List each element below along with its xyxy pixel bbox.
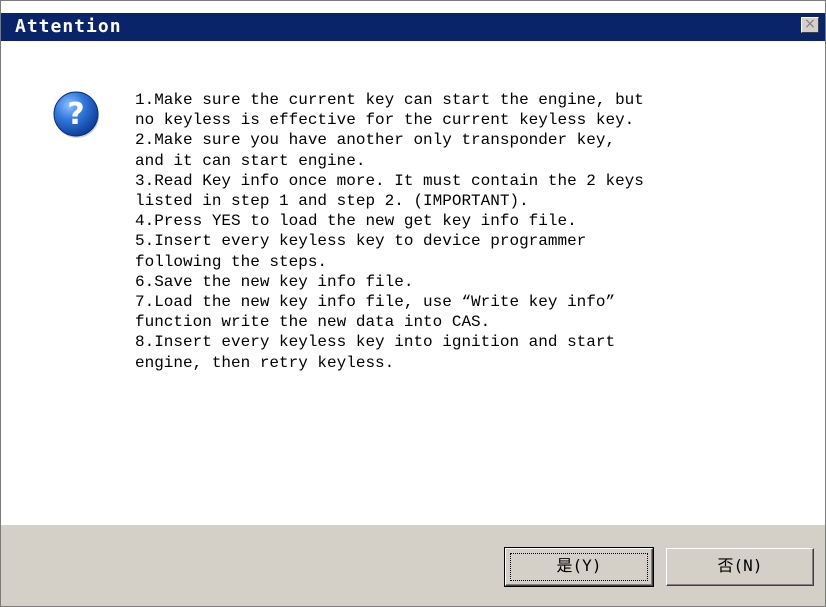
message-line: no keyless is effective for the current …: [135, 111, 635, 130]
message-line: listed in step 1 and step 2. (IMPORTANT)…: [135, 192, 529, 211]
message-line: and it can start engine.: [135, 151, 366, 170]
dialog-content: ? 1.Make sure the current key can start …: [1, 41, 825, 525]
message-text: 1.Make sure the current key can start th…: [135, 90, 795, 373]
message-line: 3.Read Key info once more. It must conta…: [135, 171, 644, 190]
message-line: engine, then retry keyless.: [135, 353, 395, 372]
no-button-label: 否(N): [717, 556, 763, 575]
message-line: 8.Insert every keyless key into ignition…: [135, 333, 616, 352]
message-line: 1.Make sure the current key can start th…: [135, 91, 644, 109]
title-bar-strip: Attention: [1, 13, 825, 41]
question-icon: ?: [53, 91, 99, 138]
button-bar: 是(Y) 否(N): [1, 525, 825, 606]
attention-dialog: Attention × ? 1.Make sure the current ke…: [0, 0, 826, 607]
message-line: function write the new data into CAS.: [135, 313, 491, 332]
dialog-title: Attention: [15, 16, 122, 37]
message-line: 7.Load the new key info file, use “Write…: [135, 293, 616, 312]
no-button[interactable]: 否(N): [666, 548, 814, 586]
close-icon: ×: [804, 16, 816, 32]
close-button[interactable]: ×: [801, 17, 819, 33]
message-line: 2.Make sure you have another only transp…: [135, 131, 616, 150]
message-line: 6.Save the new key info file.: [135, 272, 414, 291]
message-line: 5.Insert every keyless key to device pro…: [135, 232, 587, 251]
message-line: 4.Press YES to load the new get key info…: [135, 212, 577, 231]
focus-rect: [510, 553, 648, 581]
yes-button[interactable]: 是(Y): [504, 547, 654, 587]
title-bar: Attention ×: [1, 1, 825, 41]
svg-text:?: ?: [67, 97, 84, 132]
message-line: following the steps.: [135, 252, 328, 271]
